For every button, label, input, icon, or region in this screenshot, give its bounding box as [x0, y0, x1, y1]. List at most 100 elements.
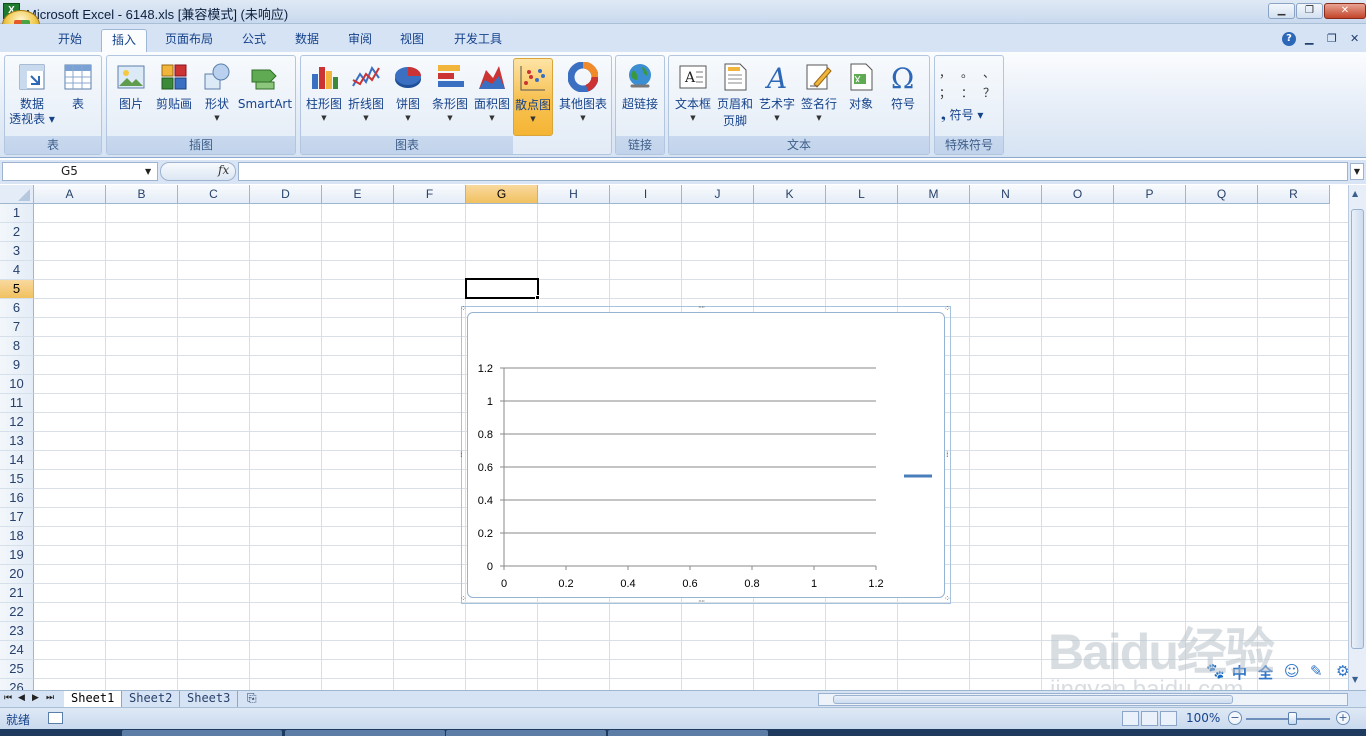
row-header[interactable]: 2	[0, 223, 34, 242]
chart-resize-handle[interactable]: ⁞	[460, 451, 462, 459]
zoom-out-button[interactable]: −	[1228, 711, 1242, 725]
sheet-tab-sheet3[interactable]: Sheet3	[180, 691, 239, 707]
prev-sheet-icon[interactable]: ◀	[18, 693, 25, 703]
column-header[interactable]: N	[970, 185, 1042, 204]
column-header[interactable]: H	[538, 185, 610, 204]
chart-object[interactable]: 0 0.2 0.4 0.6 0.8 1 1.2 0 0.2 0.4 0.6 0.8 1 1.2 ⁘ ···…	[460, 304, 951, 606]
zoom-slider-thumb[interactable]	[1288, 712, 1297, 725]
column-header[interactable]: R	[1258, 185, 1330, 204]
column-header[interactable]: J	[682, 185, 754, 204]
object-button[interactable]: 对象	[840, 58, 882, 132]
row-header[interactable]: 1	[0, 204, 34, 223]
row-header[interactable]: 20	[0, 565, 34, 584]
picture-button[interactable]: 图片	[110, 58, 152, 132]
formula-input[interactable]	[238, 162, 1348, 181]
normal-view-icon[interactable]	[1122, 711, 1139, 726]
symbol-dropdown[interactable]: ❟ 符号 ▾	[941, 106, 983, 123]
chart-resize-handle[interactable]: ····	[698, 304, 705, 312]
clipart-button[interactable]: 剪贴画	[153, 58, 195, 132]
row-header[interactable]: 18	[0, 527, 34, 546]
column-header[interactable]: I	[610, 185, 682, 204]
tab-review[interactable]: 审阅	[338, 29, 382, 51]
taskbar-item[interactable]	[122, 730, 282, 736]
line-chart-button[interactable]: 折线图 ▼	[345, 58, 387, 132]
table-button[interactable]: 表	[57, 58, 99, 132]
column-header[interactable]: G	[466, 185, 538, 204]
row-header[interactable]: 12	[0, 413, 34, 432]
row-header[interactable]: 6	[0, 299, 34, 318]
last-sheet-icon[interactable]: ⏭	[46, 693, 54, 703]
symbol-question[interactable]: ？	[983, 84, 995, 101]
column-header[interactable]: C	[178, 185, 250, 204]
column-header[interactable]: D	[250, 185, 322, 204]
horizontal-scrollbar[interactable]	[818, 693, 1348, 706]
column-header[interactable]: E	[322, 185, 394, 204]
symbol-colon[interactable]: ：	[961, 84, 973, 101]
column-header[interactable]: L	[826, 185, 898, 204]
ribbon-minimize-icon[interactable]: ▁	[1305, 32, 1313, 45]
insert-sheet-icon[interactable]: ⎘	[240, 691, 264, 707]
row-header[interactable]: 22	[0, 603, 34, 622]
ime-pen-icon[interactable]: ✎	[1310, 662, 1323, 680]
select-all-button[interactable]	[0, 185, 34, 204]
taskbar-item[interactable]	[446, 730, 606, 736]
row-header[interactable]: 14	[0, 451, 34, 470]
tab-page-layout[interactable]: 页面布局	[155, 29, 223, 51]
ime-settings-icon[interactable]: ⚙	[1336, 662, 1349, 680]
area-chart-button[interactable]: 面积图 ▼	[471, 58, 513, 132]
row-header[interactable]: 19	[0, 546, 34, 565]
symbol-period[interactable]: 。	[961, 64, 973, 81]
column-header[interactable]: B	[106, 185, 178, 204]
column-header[interactable]: M	[898, 185, 970, 204]
row-header[interactable]: 25	[0, 660, 34, 679]
zoom-in-button[interactable]: +	[1336, 711, 1350, 725]
header-footer-button[interactable]: 页眉和 页脚	[714, 58, 756, 132]
tab-developer[interactable]: 开发工具	[444, 29, 512, 51]
row-header[interactable]: 5	[0, 280, 34, 299]
active-cell[interactable]	[465, 278, 539, 299]
row-header[interactable]: 15	[0, 470, 34, 489]
column-header[interactable]: A	[34, 185, 106, 204]
scatter-chart-button[interactable]: 散点图 ▼	[513, 58, 553, 136]
horizontal-scroll-thumb[interactable]	[833, 695, 1233, 704]
row-header[interactable]: 23	[0, 622, 34, 641]
ribbon-restore-icon[interactable]: ❐	[1327, 32, 1337, 45]
fill-handle[interactable]	[535, 295, 540, 300]
row-header[interactable]: 21	[0, 584, 34, 603]
row-header[interactable]: 13	[0, 432, 34, 451]
bar-chart-button[interactable]: 条形图 ▼	[429, 58, 471, 132]
taskbar-item[interactable]	[285, 730, 445, 736]
column-header[interactable]: Q	[1186, 185, 1258, 204]
tab-insert[interactable]: 插入	[101, 29, 148, 52]
column-chart-button[interactable]: 柱形图 ▼	[303, 58, 345, 132]
help-icon[interactable]: ?	[1282, 32, 1296, 46]
column-header[interactable]: P	[1114, 185, 1186, 204]
next-sheet-icon[interactable]: ▶	[32, 693, 39, 703]
column-header[interactable]: O	[1042, 185, 1114, 204]
chart-area[interactable]: 0 0.2 0.4 0.6 0.8 1 1.2 0 0.2 0.4 0.6 0.8 1 1.2	[467, 312, 945, 598]
chart-resize-handle[interactable]: ⁘	[944, 595, 951, 603]
vertical-scroll-thumb[interactable]	[1351, 209, 1364, 649]
chart-resize-handle[interactable]: ⁘	[460, 595, 467, 603]
close-button[interactable]: ✕	[1324, 3, 1366, 19]
column-header[interactable]: F	[394, 185, 466, 204]
symbol-semicolon[interactable]: ；	[939, 84, 951, 101]
tab-view[interactable]: 视图	[390, 29, 434, 51]
macro-record-icon[interactable]	[48, 712, 63, 724]
pivot-table-button[interactable]: 数据 透视表 ▾	[8, 58, 56, 132]
ribbon-close-icon[interactable]: ✕	[1350, 32, 1359, 45]
column-header[interactable]: K	[754, 185, 826, 204]
chart-resize-handle[interactable]: ⁘	[944, 305, 951, 313]
row-header[interactable]: 3	[0, 242, 34, 261]
vertical-scrollbar[interactable]: ▲ ▼	[1348, 185, 1366, 690]
chart-resize-handle[interactable]: ⁞	[946, 451, 948, 459]
restore-button[interactable]: ❐	[1296, 3, 1323, 19]
tab-formulas[interactable]: 公式	[232, 29, 276, 51]
shapes-button[interactable]: 形状 ▼	[196, 58, 238, 132]
row-header[interactable]: 16	[0, 489, 34, 508]
page-layout-view-icon[interactable]	[1141, 711, 1158, 726]
wordart-button[interactable]: A 艺术字 ▼	[756, 58, 798, 132]
chart-resize-handle[interactable]: ⁘	[460, 305, 467, 313]
pie-chart-button[interactable]: 饼图 ▼	[387, 58, 429, 132]
row-header[interactable]: 8	[0, 337, 34, 356]
